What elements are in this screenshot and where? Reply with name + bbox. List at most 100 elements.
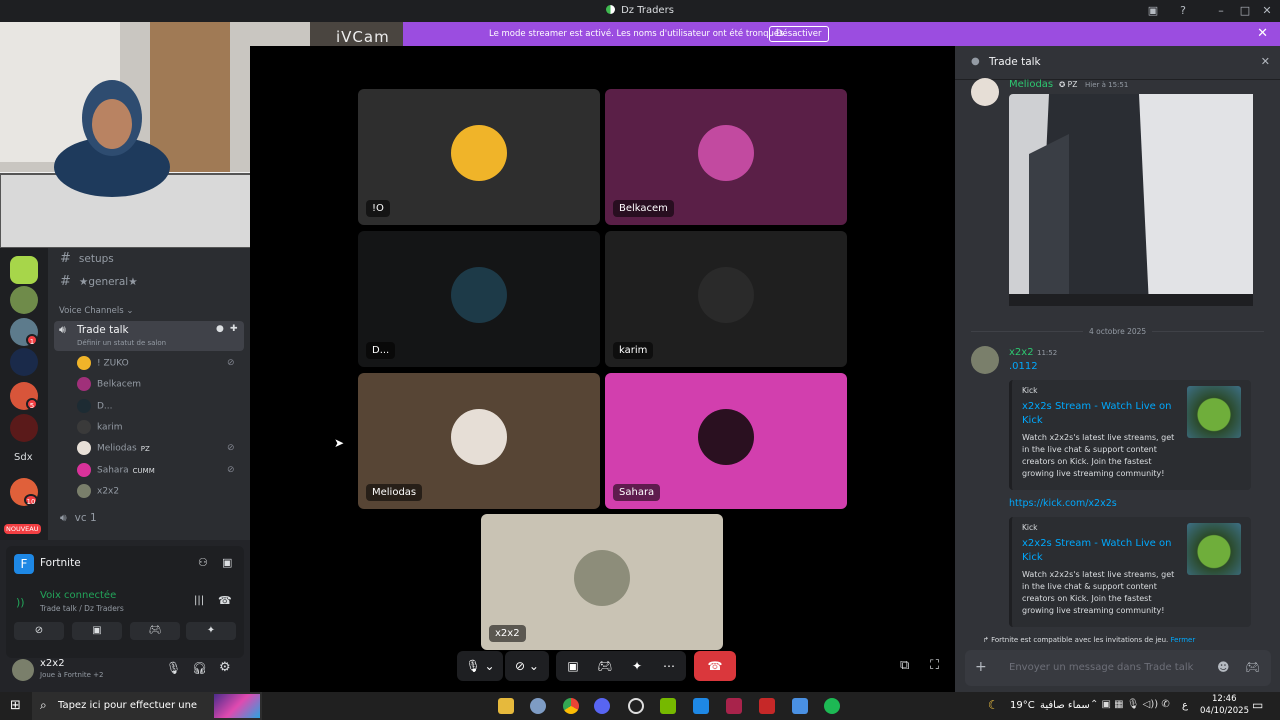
notification-badge: 5 [26, 398, 38, 410]
more-options-icon[interactable]: ⋯ [656, 651, 682, 681]
camera-toggle-button[interactable]: ⊘ ⌄ [505, 651, 549, 681]
taskbar-search-box[interactable]: ⌕ Tapez ici pour effectuer une [32, 692, 262, 720]
soundboard-button[interactable]: ✦ [186, 622, 236, 640]
close-banner-icon[interactable]: ✕ [1257, 26, 1268, 41]
participant-tile[interactable]: !O [358, 89, 600, 225]
participant-tile[interactable]: Sahara [605, 373, 847, 509]
voice-stage: !O Belkacem D... karim Meliodas Sahara x2x2 ➤ … [250, 46, 955, 692]
share-screen-button[interactable]: ▣ [72, 622, 122, 640]
notifications-icon[interactable]: ▭ [1252, 698, 1263, 712]
emoji-icon[interactable]: ☻ [1217, 660, 1230, 674]
participant-tile[interactable]: x2x2 [481, 514, 723, 650]
weather-temp[interactable]: 19°C [1010, 700, 1035, 711]
noise-icon[interactable]: ||| [194, 595, 204, 606]
add-friend-icon[interactable]: ⚇ [198, 556, 208, 569]
participant-tile[interactable]: D... [358, 231, 600, 367]
clock-date[interactable]: 04/10/2025 [1200, 706, 1249, 716]
avatar[interactable] [971, 346, 999, 374]
voice-member[interactable]: x2x2 [77, 484, 119, 500]
embed-title[interactable]: x2x2s Stream - Watch Live on Kick [1022, 400, 1182, 428]
embed-title[interactable]: x2x2s Stream - Watch Live on Kick [1022, 537, 1182, 565]
fullscreen-icon[interactable]: ⛶ [930, 658, 939, 673]
disconnect-icon[interactable]: ☎ [218, 594, 232, 607]
weather-desc[interactable]: سماء صافية [1040, 700, 1090, 711]
app-icon[interactable] [530, 698, 546, 714]
server-icon[interactable] [10, 348, 38, 376]
embed-thumbnail[interactable] [1187, 386, 1241, 438]
activity-icon[interactable]: 🎮︎ [592, 651, 618, 681]
avatar[interactable] [971, 78, 999, 106]
invite-close-link[interactable]: Fermer [1171, 636, 1196, 644]
voice-channel-vc1[interactable]: 🔊︎ vc 1 [60, 512, 97, 525]
add-attachment-icon[interactable]: + [975, 659, 987, 675]
leave-call-button[interactable]: ☎ [694, 651, 736, 681]
server-text-icon[interactable]: Sdx [14, 452, 33, 463]
file-explorer-icon[interactable] [498, 698, 514, 714]
microphone-icon[interactable]: 🎙︎ [166, 661, 181, 675]
inbox-icon[interactable]: ▣ [1146, 4, 1160, 18]
voice-member[interactable]: Belkacem [77, 377, 141, 393]
news-icon[interactable] [759, 698, 775, 714]
nvidia-icon[interactable] [660, 698, 676, 714]
voice-member[interactable]: Sahara CUMM ⊘ [77, 463, 235, 479]
language-indicator[interactable]: ع [1182, 700, 1188, 711]
channel-setups[interactable]: # setups [60, 251, 114, 266]
voice-location[interactable]: Trade talk / Dz Traders [40, 604, 124, 613]
participant-tile[interactable]: karim [605, 231, 847, 367]
spotify-icon[interactable] [824, 698, 840, 714]
tray-icons[interactable]: ⌃ ▣ ▦ 🎙︎ ◁)) ✆ [1090, 699, 1170, 710]
close-window-button[interactable]: ✕ [1260, 4, 1274, 18]
message-author[interactable]: Meliodas [1009, 79, 1053, 90]
activities-button[interactable]: 🎮︎ [130, 622, 180, 640]
message-link[interactable]: https://kick.com/x2x2s [1009, 498, 1117, 509]
channel-general[interactable]: # ★general★ [60, 274, 138, 289]
server-icon[interactable] [10, 414, 38, 442]
share-screen-icon[interactable]: ▣ [560, 651, 586, 681]
popout-icon[interactable]: ⧉ [900, 658, 909, 673]
voice-member[interactable]: D... [77, 399, 113, 415]
voice-channel-trade-talk[interactable]: 🔊︎ Trade talk Définir un statut de salon… [54, 321, 244, 351]
server-icon[interactable] [10, 286, 38, 314]
headphones-icon[interactable]: 🎧︎ [192, 661, 207, 675]
activity-icon[interactable]: 🎮︎ [1245, 660, 1260, 674]
link-embed: Kick x2x2s Stream - Watch Live on Kick W… [1009, 517, 1251, 627]
avatar[interactable] [12, 659, 34, 681]
chat-icon[interactable]: ● [216, 324, 224, 334]
participant-tile[interactable]: Belkacem [605, 89, 847, 225]
app-icon[interactable] [726, 698, 742, 714]
chevron-down-icon: ⌄ [126, 306, 134, 316]
participant-tile[interactable]: Meliodas [358, 373, 600, 509]
help-icon[interactable]: ? [1176, 4, 1190, 18]
voice-member[interactable]: ! ZUKO ⊘ [77, 356, 235, 372]
embed-thumbnail[interactable] [1187, 523, 1241, 575]
voice-channels-header[interactable]: Voice Channels ⌄ [59, 306, 133, 316]
app-icon[interactable] [628, 698, 644, 714]
camera-off-button[interactable]: ⊘ [14, 622, 64, 640]
soundboard-icon[interactable]: ✦ [624, 651, 650, 681]
windows-start-icon[interactable]: ⊞ [10, 698, 21, 713]
server-icon[interactable] [10, 256, 38, 284]
mute-mic-button[interactable]: 🎙︎ ⌄ [457, 651, 503, 681]
disable-streamer-mode-button[interactable]: Désactiver [769, 26, 829, 42]
clock-time[interactable]: 12:46 [1212, 694, 1237, 704]
chrome-icon[interactable] [563, 698, 579, 714]
voice-member[interactable]: Meliodas PZ ⊘ [77, 441, 235, 457]
settings-gear-icon[interactable]: ⚙ [219, 660, 231, 675]
message-text[interactable]: .0112 [1009, 361, 1038, 372]
message-author[interactable]: x2x2 [1009, 347, 1034, 358]
server-rail: 1 5 Sdx 10 NOUVEAU [0, 248, 48, 540]
screen-share-icon[interactable]: ▣ [222, 556, 232, 569]
app-icon[interactable] [792, 698, 808, 714]
voice-member[interactable]: karim [77, 420, 123, 436]
fortnite-icon[interactable] [693, 698, 709, 714]
channel-status[interactable]: Définir un statut de salon [77, 339, 166, 347]
add-member-icon[interactable]: ✚ [230, 324, 238, 334]
message-input[interactable]: Envoyer un message dans Trade talk [1009, 662, 1193, 673]
chat-panel: ● Trade talk ✕ Meliodas ✪ PZ Hier à 15:5… [955, 46, 1280, 692]
message-image[interactable] [1009, 94, 1253, 306]
maximize-button[interactable]: □ [1238, 4, 1252, 18]
minimize-button[interactable]: – [1214, 4, 1228, 18]
search-icon: ⌕ [40, 698, 47, 712]
close-chat-icon[interactable]: ✕ [1261, 55, 1270, 68]
discord-icon[interactable] [594, 698, 610, 714]
